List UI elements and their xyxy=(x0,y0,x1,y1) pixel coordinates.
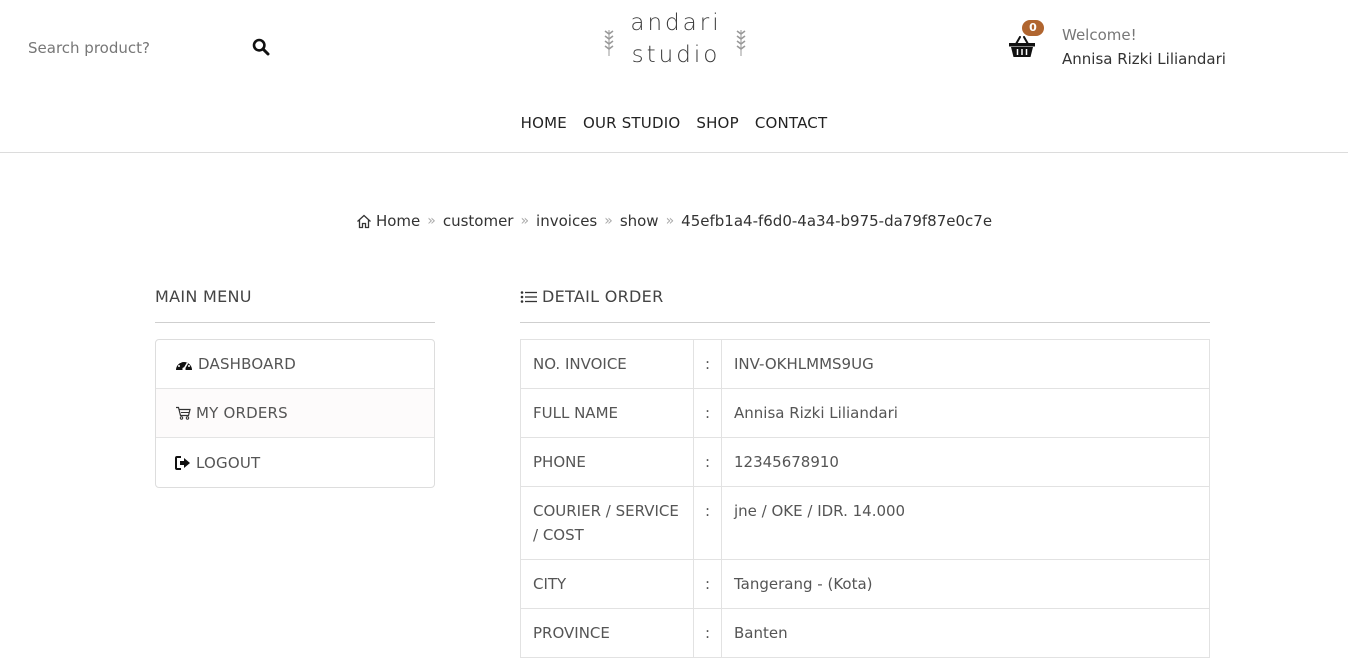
order-detail-table: NO. INVOICE : INV-OKHLMMS9UG FULL NAME :… xyxy=(520,339,1210,658)
breadcrumb-customer[interactable]: customer xyxy=(443,212,514,230)
search-icon[interactable] xyxy=(252,38,272,58)
leaf-left-icon xyxy=(604,30,614,56)
sidebar-item-dashboard[interactable]: DASHBOARD xyxy=(156,340,434,389)
field-value: INV-OKHLMMS9UG xyxy=(721,339,1210,389)
detail-order-title: DETAIL ORDER xyxy=(520,287,663,306)
field-colon: : xyxy=(693,339,722,389)
breadcrumb-separator: » xyxy=(520,213,530,229)
table-row: COURIER / SERVICE / COST : jne / OKE / I… xyxy=(520,486,1210,560)
table-row: PROVINCE : Banten xyxy=(520,608,1210,658)
breadcrumb-separator: » xyxy=(427,213,436,229)
logo-text-andari: andari xyxy=(630,10,722,36)
main-menu-title: MAIN MENU xyxy=(155,287,252,306)
basket-icon xyxy=(1009,36,1035,57)
field-colon: : xyxy=(693,559,722,609)
table-row: FULL NAME : Annisa Rizki Liliandari xyxy=(520,388,1210,438)
dashboard-icon xyxy=(176,359,192,371)
field-value: Annisa Rizki Liliandari xyxy=(721,388,1210,438)
logo-text-studio: studio xyxy=(631,42,721,68)
search-input[interactable] xyxy=(28,39,248,57)
search-bar xyxy=(28,36,278,60)
site-logo[interactable]: andari studio xyxy=(600,10,750,74)
table-row: CITY : Tangerang - (Kota) xyxy=(520,559,1210,609)
detail-order-label: DETAIL ORDER xyxy=(542,287,664,306)
sidebar-item-label: DASHBOARD xyxy=(198,355,296,373)
list-icon xyxy=(520,290,537,303)
field-colon: : xyxy=(693,388,722,438)
breadcrumb-show[interactable]: show xyxy=(620,212,659,230)
sidebar-item-logout[interactable]: LOGOUT xyxy=(156,438,434,487)
leaf-right-icon xyxy=(736,30,746,56)
breadcrumb-invoices[interactable]: invoices xyxy=(536,212,597,230)
field-label: NO. INVOICE xyxy=(520,339,694,389)
main-nav: HOME OUR STUDIO SHOP CONTACT xyxy=(0,114,1348,132)
cart-icon xyxy=(176,406,191,420)
field-label: PHONE xyxy=(520,437,694,487)
sidebar-item-label: MY ORDERS xyxy=(196,404,288,422)
logout-icon xyxy=(175,455,190,470)
field-value: 12345678910 xyxy=(721,437,1210,487)
breadcrumb: Home » customer » invoices » show » 45ef… xyxy=(0,212,1348,230)
nav-home[interactable]: HOME xyxy=(521,114,567,132)
table-row: PHONE : 12345678910 xyxy=(520,437,1210,487)
sidebar-item-label: LOGOUT xyxy=(196,453,261,472)
detail-order-divider xyxy=(520,322,1210,323)
breadcrumb-separator: » xyxy=(604,213,613,229)
field-colon: : xyxy=(693,437,722,487)
field-label: CITY xyxy=(520,559,694,609)
field-label: PROVINCE xyxy=(520,608,694,658)
welcome-text: Welcome! xyxy=(1062,26,1137,44)
field-label: COURIER / SERVICE / COST xyxy=(520,486,694,560)
breadcrumb-current: 45efb1a4-f6d0-4a34-b975-da79f87e0c7e xyxy=(681,212,993,230)
breadcrumb-home[interactable]: Home xyxy=(376,212,420,230)
sidebar-menu: DASHBOARD MY ORDERS LOGOUT xyxy=(155,339,435,488)
header-divider xyxy=(0,152,1348,153)
cart-button[interactable]: 0 xyxy=(1008,20,1048,62)
cart-count-badge: 0 xyxy=(1022,20,1044,36)
breadcrumb-separator: » xyxy=(665,213,675,229)
home-icon[interactable] xyxy=(356,214,372,229)
nav-our-studio[interactable]: OUR STUDIO xyxy=(583,114,680,132)
table-row: NO. INVOICE : INV-OKHLMMS9UG xyxy=(520,339,1210,389)
field-value: Banten xyxy=(721,608,1210,658)
field-label: FULL NAME xyxy=(520,388,694,438)
field-value: jne / OKE / IDR. 14.000 xyxy=(721,486,1210,560)
user-name[interactable]: Annisa Rizki Liliandari xyxy=(1062,50,1226,68)
field-value: Tangerang - (Kota) xyxy=(721,559,1210,609)
nav-shop[interactable]: SHOP xyxy=(696,114,738,132)
sidebar-item-my-orders[interactable]: MY ORDERS xyxy=(156,389,434,438)
nav-contact[interactable]: CONTACT xyxy=(755,114,828,132)
main-menu-divider xyxy=(155,322,435,323)
field-colon: : xyxy=(693,486,722,560)
field-colon: : xyxy=(693,608,722,658)
